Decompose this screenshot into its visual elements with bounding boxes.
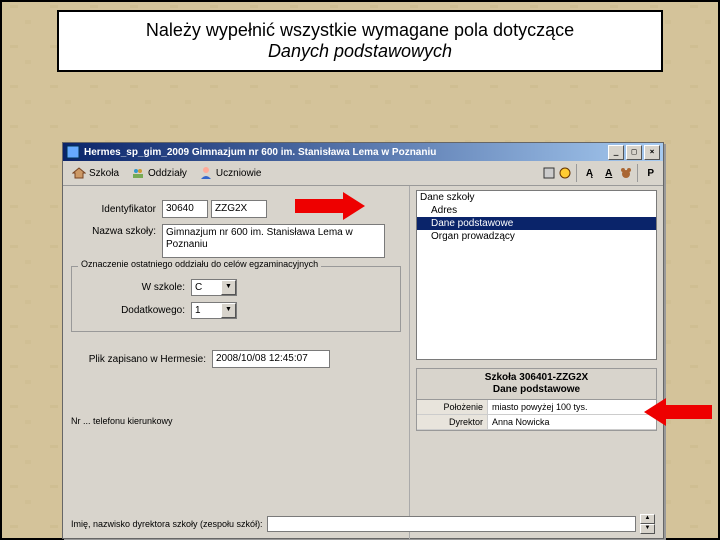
- main-area: Identyfikator 30640 ZZG2X Nazwa szkoły: …: [63, 186, 663, 539]
- detail-dyrektor-value: Anna Nowicka: [488, 415, 656, 429]
- detail-head-1: Szkoła 306401-ZZG2X: [419, 372, 654, 384]
- p-button[interactable]: P: [642, 166, 659, 181]
- tab-uczniowie[interactable]: Uczniowie: [194, 164, 267, 182]
- file-saved-label: Plik zapisano w Hermesie:: [71, 354, 212, 365]
- detail-row-dyrektor: Dyrektor Anna Nowicka: [417, 415, 656, 430]
- person-icon: [199, 166, 213, 180]
- detail-polozenie-label: Położenie: [417, 400, 488, 414]
- school-name-label: Nazwa szkoły:: [71, 224, 162, 237]
- titlebar: Hermes_sp_gim_2009 Gimnazjum nr 600 im. …: [63, 143, 663, 161]
- phone-label: Nr ... telefonu kierunkowy: [71, 416, 173, 426]
- detail-dyrektor-label: Dyrektor: [417, 415, 488, 429]
- bottom-row: Imię, nazwisko dyrektora szkoły (zespołu…: [71, 514, 655, 534]
- right-panel: Dane szkoły Adres Dane podstawowe Organ …: [409, 186, 663, 539]
- spinner[interactable]: ▲ ▼: [640, 514, 655, 534]
- chevron-down-icon: ▼: [640, 524, 655, 534]
- tool-icon-2[interactable]: [558, 166, 572, 180]
- tab-szkola[interactable]: Szkoła: [67, 164, 124, 182]
- tree-item-dane-podstawowe[interactable]: Dane podstawowe: [417, 217, 656, 230]
- separator: [576, 164, 577, 182]
- wszkole-label: W szkole:: [80, 282, 191, 293]
- maximize-button[interactable]: □: [626, 145, 642, 160]
- chevron-up-icon: ▲: [640, 514, 655, 524]
- dodatkowego-label: Dodatkowego:: [80, 305, 191, 316]
- tab-szkola-label: Szkoła: [89, 168, 119, 179]
- tree-item-adres[interactable]: Adres: [417, 204, 656, 217]
- char-a-button[interactable]: A: [600, 166, 617, 181]
- identifier-field-1[interactable]: 30640: [162, 200, 208, 218]
- identifier-field-2[interactable]: ZZG2X: [211, 200, 267, 218]
- house-icon: [72, 166, 86, 180]
- tab-uczniowie-label: Uczniowie: [216, 168, 262, 179]
- callout-line1: Należy wypełnić wszystkie wymagane pola …: [73, 20, 647, 41]
- identifier-label: Identyfikator: [71, 204, 162, 215]
- char-a-ogonek-button[interactable]: Ą: [581, 166, 598, 181]
- toolbar: Szkoła Oddziały Uczniowie Ą A P: [63, 161, 663, 186]
- window-title: Hermes_sp_gim_2009 Gimnazjum nr 600 im. …: [84, 147, 606, 158]
- separator: [637, 164, 638, 182]
- callout-line2: Danych podstawowych: [73, 41, 647, 62]
- close-button[interactable]: ×: [644, 145, 660, 160]
- detail-polozenie-value: miasto powyżej 100 tys.: [488, 400, 656, 414]
- director-name-field[interactable]: [267, 516, 636, 532]
- minimize-button[interactable]: _: [608, 145, 624, 160]
- wszkole-value: C: [192, 282, 221, 293]
- school-name-field[interactable]: Gimnazjum nr 600 im. Stanisława Lema w P…: [162, 224, 385, 258]
- exam-designation-group: Oznaczenie ostatniego oddziału do celów …: [71, 266, 401, 332]
- detail-head-2: Dane podstawowe: [419, 384, 654, 396]
- detail-box: Szkoła 306401-ZZG2X Dane podstawowe Poło…: [416, 368, 657, 431]
- tree-list[interactable]: Dane szkoły Adres Dane podstawowe Organ …: [416, 190, 657, 360]
- app-icon: [66, 145, 80, 159]
- tree-root[interactable]: Dane szkoły: [417, 191, 656, 204]
- dodatkowego-select[interactable]: 1▼: [191, 302, 237, 319]
- chevron-down-icon: ▼: [221, 303, 236, 318]
- tab-oddzialy-label: Oddziały: [148, 168, 187, 179]
- tree-item-organ[interactable]: Organ prowadzący: [417, 230, 656, 243]
- director-name-label: Imię, nazwisko dyrektora szkoły (zespołu…: [71, 519, 263, 529]
- detail-row-polozenie: Położenie miasto powyżej 100 tys.: [417, 400, 656, 415]
- instruction-callout: Należy wypełnić wszystkie wymagane pola …: [57, 10, 663, 72]
- dodatkowego-value: 1: [192, 305, 221, 316]
- bear-icon[interactable]: [619, 166, 633, 180]
- left-panel: Identyfikator 30640 ZZG2X Nazwa szkoły: …: [63, 186, 409, 539]
- group-legend: Oznaczenie ostatniego oddziału do celów …: [78, 259, 321, 269]
- detail-header: Szkoła 306401-ZZG2X Dane podstawowe: [417, 369, 656, 400]
- tool-icon-1[interactable]: [542, 166, 556, 180]
- tab-oddzialy[interactable]: Oddziały: [126, 164, 192, 182]
- file-saved-field: 2008/10/08 12:45:07: [212, 350, 330, 368]
- wszkole-select[interactable]: C▼: [191, 279, 237, 296]
- chevron-down-icon: ▼: [221, 280, 236, 295]
- group-icon: [131, 166, 145, 180]
